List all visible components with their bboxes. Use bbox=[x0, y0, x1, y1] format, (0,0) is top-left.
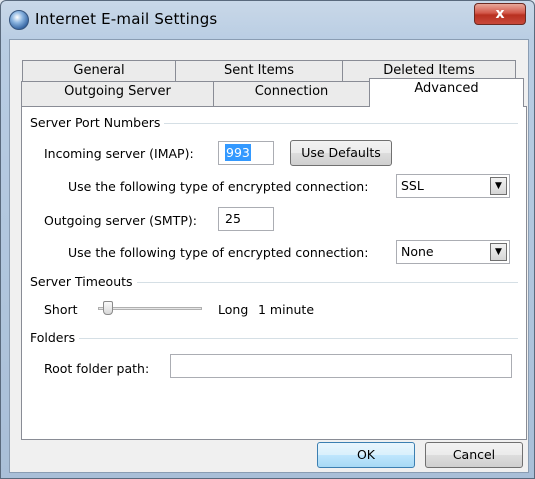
outlook-globe-icon bbox=[9, 10, 29, 30]
close-button[interactable]: x bbox=[474, 3, 526, 25]
advanced-tab-panel: Server Port Numbers Incoming server (IMA… bbox=[21, 106, 527, 440]
cancel-button[interactable]: Cancel bbox=[425, 442, 523, 468]
outgoing-port-input[interactable]: 25 bbox=[218, 207, 274, 231]
root-folder-input[interactable] bbox=[170, 354, 512, 378]
outgoing-encryption-select[interactable]: None ▼ bbox=[396, 240, 510, 264]
incoming-server-label: Incoming server (IMAP): bbox=[44, 146, 194, 161]
timeout-long-label: Long bbox=[218, 302, 249, 317]
tab-advanced[interactable]: Advanced bbox=[369, 78, 524, 107]
tab-sent-items[interactable]: Sent Items bbox=[175, 60, 343, 82]
ok-button[interactable]: OK bbox=[317, 442, 415, 468]
dialog-client-area: General Sent Items Deleted Items Outgoin… bbox=[9, 39, 529, 473]
tab-outgoing-server[interactable]: Outgoing Server bbox=[21, 81, 214, 106]
timeout-slider-track[interactable] bbox=[98, 307, 202, 310]
folders-heading: Folders bbox=[30, 330, 80, 345]
use-defaults-button[interactable]: Use Defaults bbox=[290, 140, 392, 166]
tab-connection[interactable]: Connection bbox=[213, 81, 370, 106]
dialog-window: Internet E-mail Settings x General Sent … bbox=[0, 0, 535, 479]
incoming-port-input[interactable]: 993 bbox=[218, 141, 274, 165]
server-timeouts-heading: Server Timeouts bbox=[30, 274, 137, 289]
incoming-encryption-select[interactable]: SSL ▼ bbox=[396, 174, 510, 198]
section-divider bbox=[30, 338, 518, 339]
incoming-port-value: 993 bbox=[225, 144, 251, 161]
root-folder-label: Root folder path: bbox=[44, 361, 150, 376]
timeout-value-label: 1 minute bbox=[258, 302, 315, 317]
timeout-short-label: Short bbox=[44, 302, 78, 317]
timeout-slider-thumb[interactable] bbox=[102, 301, 113, 315]
server-port-numbers-heading: Server Port Numbers bbox=[30, 115, 165, 130]
outgoing-encryption-value: None bbox=[401, 244, 434, 259]
incoming-encryption-label: Use the following type of encrypted conn… bbox=[68, 179, 369, 194]
chevron-down-icon[interactable]: ▼ bbox=[490, 177, 507, 195]
title-bar[interactable]: Internet E-mail Settings x bbox=[1, 1, 534, 39]
outgoing-encryption-label: Use the following type of encrypted conn… bbox=[68, 245, 369, 260]
outgoing-server-label: Outgoing server (SMTP): bbox=[44, 213, 197, 228]
incoming-encryption-value: SSL bbox=[401, 178, 424, 193]
chevron-down-icon[interactable]: ▼ bbox=[490, 243, 507, 261]
window-title: Internet E-mail Settings bbox=[35, 10, 218, 28]
tab-general[interactable]: General bbox=[22, 60, 176, 82]
